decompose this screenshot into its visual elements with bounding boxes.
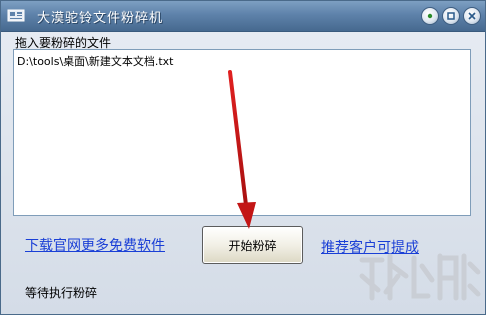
maximize-icon: [447, 12, 455, 20]
file-list-item[interactable]: D:\tools\桌面\新建文本文档.txt: [17, 53, 174, 69]
close-button[interactable]: [463, 7, 481, 25]
window-title: 大漠驼铃文件粉碎机: [37, 11, 164, 26]
minimize-button[interactable]: [421, 7, 439, 25]
minimize-icon: [427, 13, 433, 19]
watermark-logo: [359, 253, 481, 301]
maximize-button[interactable]: [442, 7, 460, 25]
close-icon: [468, 12, 476, 20]
start-shred-button[interactable]: 开始粉碎: [202, 226, 303, 264]
status-text: 等待执行粉碎: [25, 286, 98, 300]
download-more-software-link[interactable]: 下载官网更多免费软件: [25, 235, 165, 255]
app-icon: [7, 9, 25, 22]
file-drop-area[interactable]: D:\tools\桌面\新建文本文档.txt: [13, 49, 471, 216]
title-bar[interactable]: 大漠驼铃文件粉碎机: [1, 1, 485, 32]
